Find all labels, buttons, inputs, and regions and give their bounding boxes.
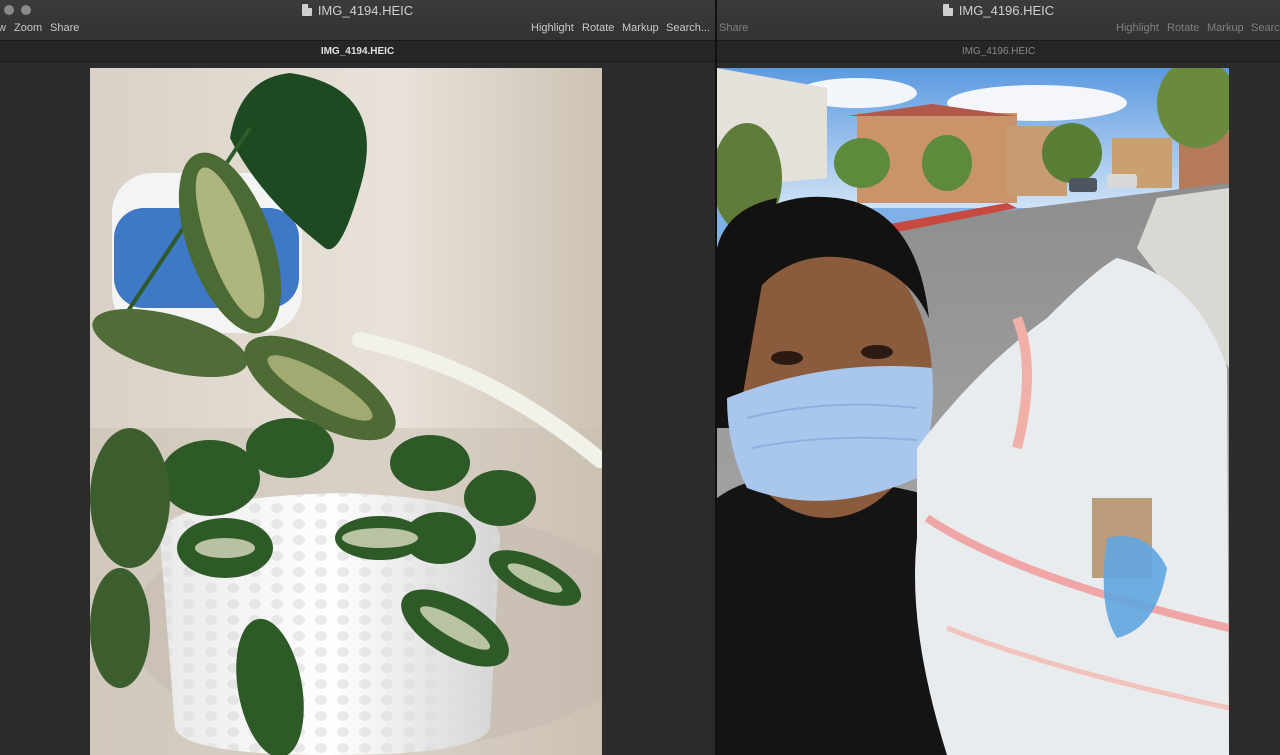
titlebar: IMG_4196.HEIC Share Highlight Rotate Mar… [717,0,1280,41]
toolbar-search-field[interactable]: Search [1251,22,1280,34]
selfie-photo [717,68,1229,755]
toolbar-share-button[interactable]: Share [719,22,748,34]
tab-bar: IMG_4194.HEIC [0,41,715,62]
image-canvas [0,62,715,755]
plant-photo [90,68,602,755]
image-canvas [717,62,1280,755]
document-icon [301,4,312,16]
preview-window-left: IMG_4194.HEIC w Zoom Share Highlight Rot… [0,0,715,755]
window-title-text: IMG_4196.HEIC [958,3,1055,18]
titlebar: IMG_4194.HEIC w Zoom Share Highlight Rot… [0,0,715,41]
tab-img-4196[interactable]: IMG_4196.HEIC [962,46,1035,57]
plant-photo-image [90,68,602,755]
document-icon [942,4,953,16]
toolbar-zoom-button[interactable]: Zoom [14,22,42,34]
window-title-text: IMG_4194.HEIC [317,3,414,18]
toolbar-highlight-button[interactable]: Highlight [531,22,574,34]
tab-bar: IMG_4196.HEIC [717,41,1280,62]
tab-img-4194[interactable]: IMG_4194.HEIC [321,46,394,57]
toolbar-markup-button[interactable]: Markup [622,22,659,34]
toolbar-share-button[interactable]: Share [50,22,79,34]
toolbar-markup-button[interactable]: Markup [1207,22,1244,34]
toolbar-rotate-button[interactable]: Rotate [582,22,614,34]
window-title: IMG_4196.HEIC [717,3,1280,19]
toolbar-rotate-button[interactable]: Rotate [1167,22,1199,34]
window-title: IMG_4194.HEIC [0,3,715,19]
preview-window-right: IMG_4196.HEIC Share Highlight Rotate Mar… [717,0,1280,755]
toolbar-highlight-button[interactable]: Highlight [1116,22,1159,34]
toolbar-view-button[interactable]: w [0,22,6,34]
toolbar-search-field[interactable]: Search... [666,22,710,34]
selfie-photo-image [717,68,1229,755]
